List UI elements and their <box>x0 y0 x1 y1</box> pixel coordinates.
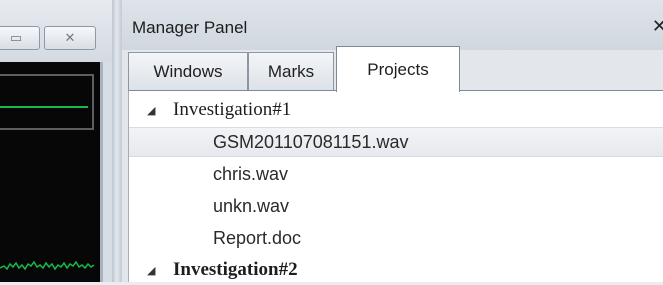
manager-panel-titlebar: Manager Panel ✕ <box>122 0 663 50</box>
tab-projects[interactable]: Projects <box>336 46 460 92</box>
tab-label: Projects <box>367 59 429 79</box>
tree-file-item[interactable]: GSM201107081151.wav <box>129 127 663 157</box>
restore-button[interactable]: ▭ <box>0 26 40 50</box>
close-icon: ✕ <box>64 30 76 46</box>
waveform-trace <box>0 106 88 108</box>
manager-panel: Manager Panel ✕ Windows Marks Projects ◢… <box>122 0 663 282</box>
tab-marks[interactable]: Marks <box>248 52 334 90</box>
panel-splitter[interactable] <box>112 0 122 282</box>
tree-folder-investigation-2[interactable]: ◢ Investigation#2 <box>129 255 663 285</box>
waveform-display[interactable] <box>0 62 103 282</box>
tab-label: Marks <box>267 61 315 81</box>
waveform-frame <box>0 74 94 130</box>
expand-arrow-icon[interactable]: ◢ <box>147 104 155 117</box>
file-label: unkn.wav <box>213 195 290 216</box>
close-button[interactable]: ✕ <box>44 26 96 50</box>
waveform-window-titlebar: ▭ ✕ <box>0 0 112 62</box>
tree-file-item[interactable]: Report.doc <box>129 223 663 253</box>
close-icon[interactable]: ✕ <box>652 16 663 37</box>
tree-file-item[interactable]: chris.wav <box>129 159 663 189</box>
project-tree: ◢ Investigation#1 GSM201107081151.wav ch… <box>128 90 663 282</box>
folder-label: Investigation#1 <box>173 99 292 120</box>
file-label: Report.doc <box>213 227 302 248</box>
file-label: GSM201107081151.wav <box>213 131 409 152</box>
expand-arrow-icon[interactable]: ◢ <box>147 264 155 277</box>
folder-label: Investigation#2 <box>173 259 298 280</box>
tab-label: Windows <box>153 61 223 81</box>
restore-icon: ▭ <box>9 30 23 46</box>
tab-windows[interactable]: Windows <box>128 52 248 90</box>
file-label: chris.wav <box>213 163 289 184</box>
waveform-noise <box>0 260 95 271</box>
panel-title: Manager Panel <box>132 18 248 37</box>
tree-file-item[interactable]: unkn.wav <box>129 191 663 221</box>
waveform-window: ▭ ✕ <box>0 0 112 282</box>
tree-folder-investigation-1[interactable]: ◢ Investigation#1 <box>129 95 663 125</box>
